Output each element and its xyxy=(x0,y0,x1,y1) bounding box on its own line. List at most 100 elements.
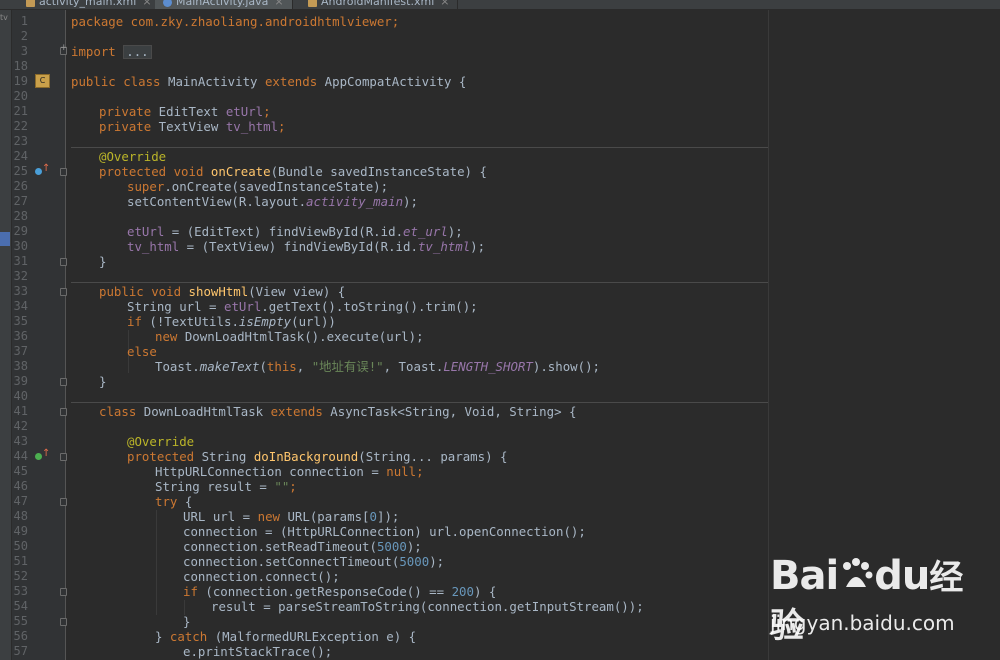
method-separator xyxy=(71,402,768,403)
code-line[interactable]: HttpURLConnection connection = null; xyxy=(155,464,424,479)
structure-strip: tv xyxy=(0,10,12,660)
code-line[interactable]: package com.zky.zhaoliang.androidhtmlvie… xyxy=(71,14,399,29)
line-number: 53 xyxy=(13,584,28,598)
line-number: 1 xyxy=(20,14,28,28)
right-margin-guide xyxy=(768,10,769,660)
line-number: 19 xyxy=(13,74,28,88)
method-separator xyxy=(71,282,768,283)
fold-collapse-icon[interactable] xyxy=(60,618,67,626)
fold-collapse-icon[interactable] xyxy=(60,288,67,296)
line-number: 24 xyxy=(13,149,28,163)
code-line[interactable]: Toast.makeText(this, "地址有误!", Toast.LENG… xyxy=(155,359,600,374)
code-line[interactable]: String url = etUrl.getText().toString().… xyxy=(127,299,478,314)
code-line[interactable]: String result = ""; xyxy=(155,479,297,494)
watermark-url: jingyan.baidu.com xyxy=(770,611,955,635)
method-separator xyxy=(71,147,768,148)
xml-file-icon xyxy=(308,0,317,7)
code-line[interactable]: setContentView(R.layout.activity_main); xyxy=(127,194,418,209)
code-line[interactable]: if (!TextUtils.isEmpty(url)) xyxy=(127,314,336,329)
code-line[interactable]: @Override xyxy=(127,434,194,449)
fold-collapse-icon[interactable] xyxy=(60,588,67,596)
line-number: 31 xyxy=(13,254,28,268)
line-number: 3 xyxy=(20,44,28,58)
paw-icon xyxy=(843,558,873,587)
baidu-watermark: Bai du经验 jingyan.baidu.com xyxy=(770,553,995,646)
line-number: 44 xyxy=(13,449,28,463)
code-line[interactable]: else xyxy=(127,344,157,359)
line-number: 26 xyxy=(13,179,28,193)
implement-method-icon[interactable] xyxy=(35,453,42,460)
arrow-up-icon: ↑ xyxy=(42,448,51,459)
line-number: 21 xyxy=(13,104,28,118)
code-line[interactable]: private TextView tv_html; xyxy=(99,119,286,134)
strip-label: tv xyxy=(0,13,8,22)
code-line[interactable]: } catch (MalformedURLException e) { xyxy=(155,629,416,644)
line-number: 23 xyxy=(13,134,28,148)
editor-tab-bar: activity_main.xml × MainActivity.java × An… xyxy=(0,0,1000,10)
folded-imports[interactable]: ... xyxy=(123,45,152,59)
line-number: 18 xyxy=(13,59,28,73)
code-line[interactable]: result = parseStreamToString(connection.… xyxy=(211,599,644,614)
close-icon[interactable]: × xyxy=(440,0,449,8)
run-class-icon[interactable]: C xyxy=(35,74,50,88)
code-line[interactable]: public void showHtml(View view) { xyxy=(99,284,345,299)
code-line[interactable]: super.onCreate(savedInstanceState); xyxy=(127,179,388,194)
line-number: 20 xyxy=(13,89,28,103)
code-line[interactable]: protected void onCreate(Bundle savedInst… xyxy=(99,164,487,179)
fold-collapse-icon[interactable] xyxy=(60,378,67,386)
close-icon[interactable]: × xyxy=(274,0,283,8)
line-number: 35 xyxy=(13,314,28,328)
code-line[interactable]: } xyxy=(99,374,106,389)
fold-collapse-icon[interactable] xyxy=(60,258,67,266)
line-number: 45 xyxy=(13,464,28,478)
line-number: 32 xyxy=(13,269,28,283)
line-number: 40 xyxy=(13,389,28,403)
selection-marker xyxy=(0,232,10,246)
line-number: 25 xyxy=(13,164,28,178)
code-line[interactable]: etUrl = (EditText) findViewById(R.id.et_… xyxy=(127,224,463,239)
tab-android-manifest-xml[interactable]: AndroidManifest.xml × xyxy=(300,0,459,9)
line-number: 55 xyxy=(13,614,28,628)
line-number: 36 xyxy=(13,329,28,343)
code-line[interactable]: class DownLoadHtmlTask extends AsyncTask… xyxy=(99,404,576,419)
line-number: 39 xyxy=(13,374,28,388)
code-line[interactable]: tv_html = (TextView) findViewById(R.id.t… xyxy=(127,239,485,254)
line-number: 22 xyxy=(13,119,28,133)
code-line[interactable]: public class MainActivity extends AppCom… xyxy=(71,74,466,89)
line-number: 57 xyxy=(13,644,28,658)
fold-collapse-icon[interactable] xyxy=(60,408,67,416)
line-number: 46 xyxy=(13,479,28,493)
code-line[interactable]: new DownLoadHtmlTask().execute(url); xyxy=(155,329,424,344)
code-line[interactable]: connection.setReadTimeout(5000); xyxy=(183,539,422,554)
code-line[interactable]: connection.connect(); xyxy=(183,569,340,584)
code-line[interactable]: import ... xyxy=(71,44,152,59)
line-number: 47 xyxy=(13,494,28,508)
code-line[interactable]: connection = (HttpURLConnection) url.ope… xyxy=(183,524,586,539)
fold-collapse-icon[interactable] xyxy=(60,168,67,176)
line-number: 48 xyxy=(13,509,28,523)
override-method-icon[interactable] xyxy=(35,168,42,175)
fold-collapse-icon[interactable] xyxy=(60,498,67,506)
line-number: 56 xyxy=(13,629,28,643)
code-line[interactable]: protected String doInBackground(String..… xyxy=(127,449,507,464)
tab-label: AndroidManifest.xml xyxy=(321,0,435,8)
code-line[interactable]: URL url = new URL(params[0]); xyxy=(183,509,399,524)
indent-guide xyxy=(156,510,157,615)
code-line[interactable]: if (connection.getResponseCode() == 200)… xyxy=(183,584,496,599)
line-number: 41 xyxy=(13,404,28,418)
line-number: 34 xyxy=(13,299,28,313)
tab-activity-main-xml[interactable]: activity_main.xml × xyxy=(18,0,161,9)
line-number: 30 xyxy=(13,239,28,253)
code-line[interactable]: try { xyxy=(155,494,192,509)
code-line[interactable]: @Override xyxy=(99,149,166,164)
fold-expand-icon[interactable] xyxy=(60,43,68,55)
code-line[interactable]: connection.setConnectTimeout(5000); xyxy=(183,554,444,569)
code-line[interactable]: e.printStackTrace(); xyxy=(183,644,332,659)
fold-collapse-icon[interactable] xyxy=(60,453,67,461)
close-icon[interactable]: × xyxy=(142,0,151,8)
code-line[interactable]: } xyxy=(183,614,190,629)
code-line[interactable]: private EditText etUrl; xyxy=(99,104,271,119)
tab-main-activity-java[interactable]: MainActivity.java × xyxy=(155,0,293,9)
code-line[interactable]: } xyxy=(99,254,106,269)
line-number: 49 xyxy=(13,524,28,538)
